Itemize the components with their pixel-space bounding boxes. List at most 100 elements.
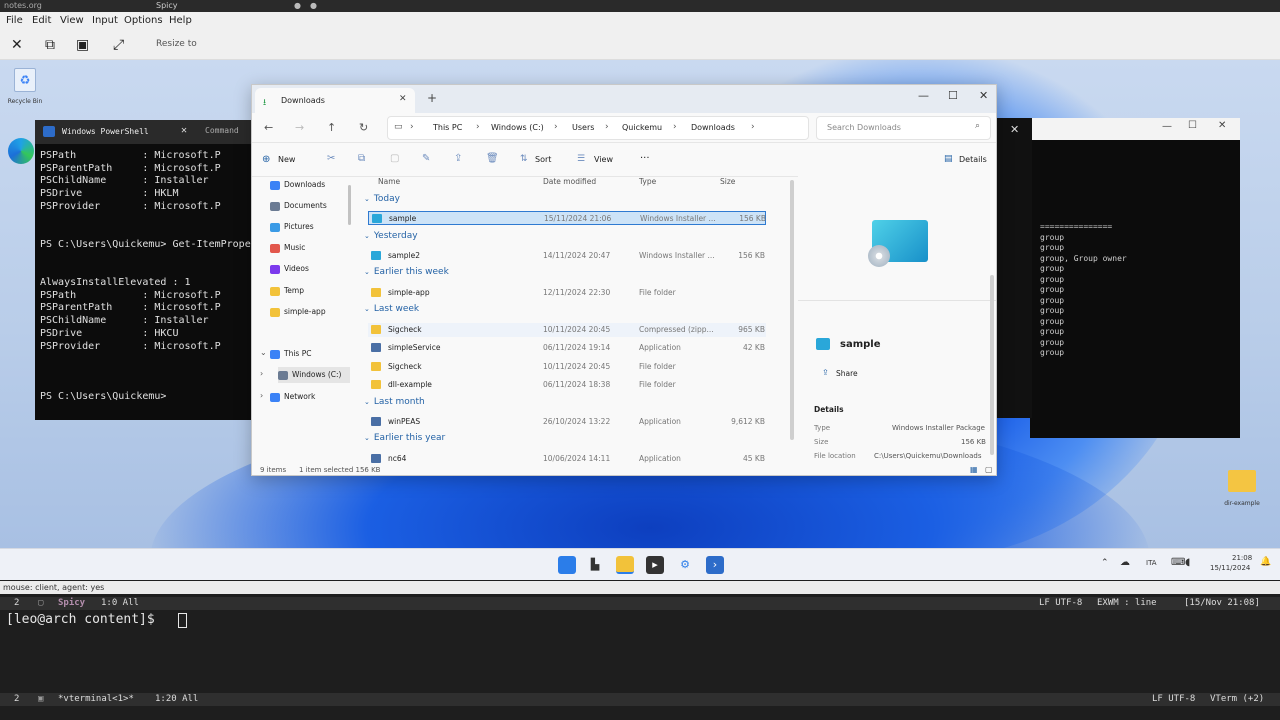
settings-icon[interactable]: ⚙ — [676, 556, 694, 574]
breadcrumb-users[interactable]: Users — [572, 123, 594, 132]
expand-chevron-icon[interactable]: ⌄ — [260, 348, 267, 357]
breadcrumb[interactable]: ▭ › This PC › Windows (C:) › Users › Qui… — [387, 116, 809, 140]
file-row[interactable]: Sigcheck 10/11/2024 20:45 File folder — [368, 360, 766, 374]
file-row[interactable]: simple-app 12/11/2024 22:30 File folder — [368, 286, 766, 300]
sidebar-item[interactable]: Documents — [270, 198, 354, 214]
file-list-scrollbar[interactable] — [790, 180, 794, 440]
cmd-close-icon[interactable]: ✕ — [1218, 120, 1226, 131]
sidebar-item[interactable]: Videos — [270, 261, 354, 277]
volume-icon[interactable]: ◖ — [1185, 557, 1190, 568]
group-header[interactable]: ⌄ Yesterday — [364, 231, 418, 241]
menu-help[interactable]: Help — [169, 15, 192, 26]
file-row[interactable]: sample2 14/11/2024 20:47 Windows Installer… — [368, 249, 766, 263]
clock-date[interactable]: 15/11/2024 — [1210, 564, 1250, 572]
breadcrumb-this-pc[interactable]: This PC — [433, 123, 462, 132]
notification-icon[interactable]: 🔔 — [1260, 557, 1271, 567]
sidebar-item[interactable]: Downloads — [270, 177, 354, 193]
cmd-minimize-icon[interactable]: — — [1162, 121, 1172, 132]
terminal-app-icon[interactable]: ▙ — [586, 556, 604, 574]
cmd-maximize-icon[interactable]: ☐ — [1188, 120, 1197, 131]
col-size[interactable]: Size — [720, 177, 735, 186]
nav-scrollbar[interactable] — [348, 185, 351, 225]
paste-icon[interactable]: ▣ — [76, 37, 89, 53]
rename-icon[interactable]: ✎ — [422, 153, 430, 164]
powershell-taskbar-icon[interactable]: › — [706, 556, 724, 574]
group-header[interactable]: ⌄ Last month — [364, 397, 425, 407]
new-tab-icon[interactable]: + — [427, 91, 437, 105]
file-row[interactable]: Sigcheck 10/11/2024 20:45 Compressed (zipp… — [368, 323, 766, 337]
tiles-view-icon[interactable]: ▢ — [985, 465, 993, 474]
file-explorer-taskbar-icon[interactable] — [616, 556, 634, 574]
window-close-icon[interactable]: ✕ — [979, 89, 988, 102]
explorer-tab[interactable]: ⭳ Downloads ✕ — [255, 88, 415, 113]
vterm-terminal[interactable]: [leo@arch content]$ — [0, 610, 1280, 692]
breadcrumb-downloads[interactable]: Downloads — [691, 123, 735, 132]
group-header[interactable]: ⌄ Earlier this week — [364, 267, 449, 277]
sidebar-item[interactable]: Temp — [270, 283, 354, 299]
file-row[interactable]: dll-example 06/11/2024 18:38 File folder — [368, 378, 766, 392]
sidebar-item[interactable]: simple-app — [270, 304, 354, 320]
breadcrumb-windows-c[interactable]: Windows (C:) — [491, 123, 544, 132]
copy-file-icon[interactable]: ⧉ — [358, 153, 365, 164]
col-name[interactable]: Name — [378, 177, 400, 186]
maximize-icon[interactable]: ☐ — [948, 89, 958, 102]
minimize-icon[interactable]: — — [918, 89, 929, 102]
menu-edit[interactable]: Edit — [32, 15, 51, 26]
cmd-tab-title[interactable]: Command — [205, 126, 239, 135]
powershell-window[interactable]: Windows PowerShell ✕ Command PSPath : Mi… — [35, 120, 255, 420]
delete-icon[interactable]: 🗑 — [486, 153, 499, 164]
copy-icon[interactable]: ⧉ — [45, 37, 55, 53]
file-row[interactable]: simpleService 06/11/2024 19:14 Application… — [368, 341, 766, 355]
col-type[interactable]: Type — [639, 177, 656, 186]
share-icon[interactable]: ⇪ — [454, 153, 462, 164]
up-icon[interactable]: ↑ — [327, 121, 336, 134]
minimize-dot-icon[interactable]: ● — [294, 1, 301, 10]
menu-input[interactable]: Input — [92, 15, 118, 26]
sidebar-item[interactable]: Pictures — [270, 219, 354, 235]
paste-file-icon[interactable]: ▢ — [390, 153, 399, 164]
file-row[interactable]: sample 15/11/2024 21:06 Windows Installer … — [368, 211, 766, 225]
group-header[interactable]: ⌄ Earlier this year — [364, 433, 445, 443]
cloud-icon[interactable]: ☁ — [1120, 557, 1130, 568]
search-box[interactable]: Search Downloads ⌕ — [816, 116, 991, 140]
breadcrumb-quickemu[interactable]: Quickemu — [622, 123, 662, 132]
sidebar-item[interactable]: Network — [270, 389, 354, 405]
group-header[interactable]: ⌄ Today — [364, 194, 400, 204]
chevron-up-icon[interactable]: ⌃ — [1101, 558, 1109, 568]
start-icon[interactable] — [558, 556, 576, 574]
forward-icon[interactable]: → — [295, 121, 304, 134]
group-header[interactable]: ⌄ Last week — [364, 304, 419, 314]
cut-icon[interactable]: ✂ — [327, 153, 335, 164]
more-options-button[interactable]: ··· — [640, 153, 650, 164]
menu-file[interactable]: File — [6, 15, 23, 26]
powershell-tab-title[interactable]: Windows PowerShell — [62, 127, 149, 136]
terminal-close-icon[interactable]: ✕ — [1010, 123, 1019, 136]
powershell-tab-close-icon[interactable]: ✕ — [181, 125, 187, 136]
details-share-button[interactable]: Share — [836, 369, 858, 378]
back-icon[interactable]: ← — [264, 121, 273, 134]
cmd-taskbar-icon[interactable]: ▸ — [646, 556, 664, 574]
language-indicator[interactable]: ITA — [1146, 559, 1157, 567]
resize-to-button[interactable]: Resize to — [156, 39, 197, 49]
fullscreen-icon[interactable]: ⤢ — [113, 37, 124, 53]
network-icon[interactable]: ⌨ — [1171, 557, 1185, 568]
sidebar-item[interactable]: This PC — [270, 346, 354, 362]
recycle-bin-icon[interactable]: ♻ — [14, 68, 36, 92]
col-date[interactable]: Date modified — [543, 177, 596, 186]
folder-icon[interactable] — [1228, 470, 1256, 492]
edge-icon[interactable] — [8, 138, 34, 164]
menu-options[interactable]: Options — [124, 15, 163, 26]
sidebar-item[interactable]: Windows (C:) — [278, 367, 350, 383]
details-button[interactable]: Details — [959, 155, 987, 164]
close-dot-icon[interactable]: ● — [310, 1, 317, 10]
details-scrollbar[interactable] — [990, 275, 994, 455]
expand-chevron-icon[interactable]: › — [260, 369, 263, 378]
expand-chevron-icon[interactable]: › — [260, 391, 263, 400]
file-explorer-window[interactable]: ⭳ Downloads ✕ + — ☐ ✕ ← → ↑ ↻ ▭ › This P… — [251, 84, 997, 476]
menu-view[interactable]: View — [60, 15, 84, 26]
close-icon[interactable]: ✕ — [11, 37, 23, 53]
cmd-window[interactable]: — ☐ ✕ =============== group group group, Gr… — [1030, 118, 1240, 438]
clock-time[interactable]: 21:08 — [1232, 554, 1252, 562]
view-button[interactable]: View — [594, 155, 613, 164]
sort-button[interactable]: Sort — [535, 155, 551, 164]
